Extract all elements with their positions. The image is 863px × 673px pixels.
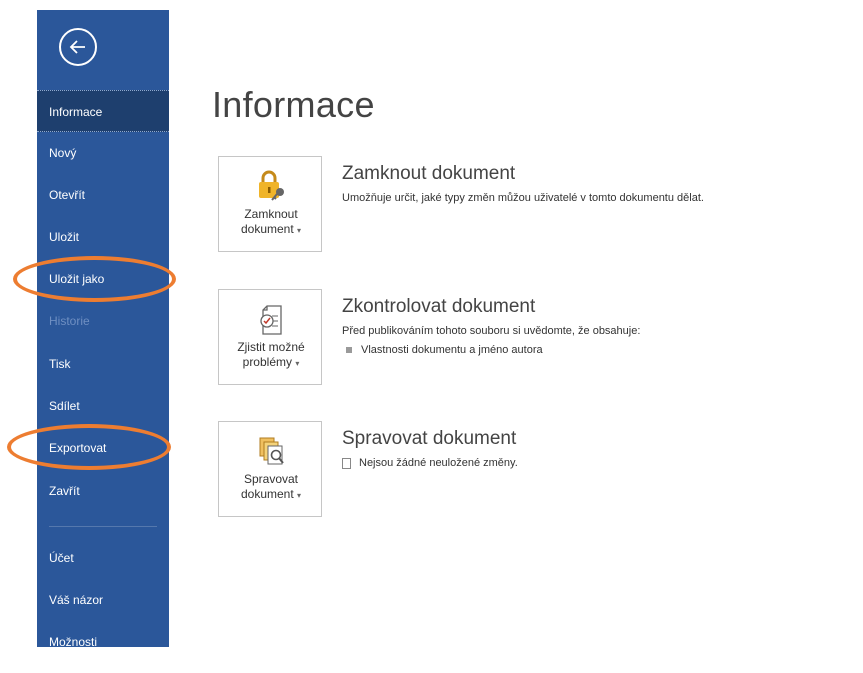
check-button-label-1: Zjistit možné	[237, 340, 305, 354]
nav-ulozit[interactable]: Uložit	[37, 216, 169, 258]
dropdown-caret-icon: ▾	[297, 491, 302, 500]
manage-button-label-1: Spravovat	[243, 472, 299, 486]
page-title: Informace	[212, 84, 375, 125]
nav-sdilet[interactable]: Sdílet	[37, 385, 169, 427]
status-row: Nejsou žádné neuložené změny.	[342, 457, 518, 469]
back-button[interactable]	[59, 28, 97, 66]
nav-ucet[interactable]: Účet	[37, 537, 169, 579]
manage-document-button[interactable]: Spravovat dokument ▾	[218, 421, 322, 517]
nav-ulozit-jako[interactable]: Uložit jako	[37, 258, 169, 300]
nav-novy[interactable]: Nový	[37, 132, 169, 174]
list-item: Vlastnosti dokumentu a jméno autora	[346, 344, 543, 356]
nav-exportovat[interactable]: Exportovat	[37, 427, 169, 469]
manage-button-label-2: dokument	[240, 487, 294, 501]
check-button-label-2: problémy	[242, 355, 292, 369]
document-small-icon	[342, 457, 351, 469]
check-document-icon	[260, 305, 282, 335]
nav-historie: Historie	[49, 314, 90, 328]
section-heading-inspect: Zkontrolovat dokument	[342, 296, 536, 317]
protect-document-button[interactable]: Zamknout dokument ▾	[218, 156, 322, 252]
check-issues-button[interactable]: Zjistit možné problémy ▾	[218, 289, 322, 385]
nav-informace[interactable]: Informace	[37, 90, 169, 132]
section-desc-protect: Umožňuje určit, jaké typy změn můžou uži…	[342, 192, 704, 204]
status-text: Nejsou žádné neuložené změny.	[359, 457, 518, 469]
protect-button-label-1: Zamknout	[244, 207, 298, 221]
back-arrow-icon	[69, 40, 85, 54]
nav-zavrit[interactable]: Zavřít	[37, 470, 169, 512]
section-desc-inspect: Před publikováním tohoto souboru si uvěd…	[342, 325, 641, 337]
nav-tisk[interactable]: Tisk	[37, 343, 169, 385]
nav-otevrit[interactable]: Otevřít	[37, 174, 169, 216]
sidebar-divider	[49, 526, 157, 527]
section-heading-manage: Spravovat dokument	[342, 428, 517, 449]
backstage-sidebar: Informace Nový Otevřít Uložit Uložit jak…	[37, 10, 169, 649]
dropdown-caret-icon: ▾	[297, 226, 302, 235]
bullet-square-icon	[346, 347, 352, 354]
section-heading-protect: Zamknout dokument	[342, 163, 516, 184]
dropdown-caret-icon: ▾	[295, 359, 300, 368]
nav-moznosti[interactable]: Možnosti	[37, 621, 169, 663]
nav-vas-nazor[interactable]: Váš názor	[37, 579, 169, 621]
manage-document-icon	[259, 437, 284, 465]
lock-key-icon	[259, 170, 284, 201]
protect-button-label-2: dokument	[240, 222, 294, 236]
